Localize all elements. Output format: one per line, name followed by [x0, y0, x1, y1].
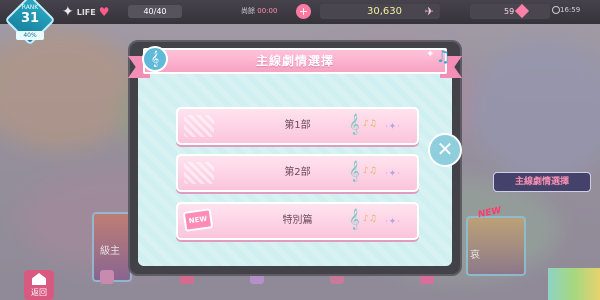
rank-badge[interactable]: RANK 31 40%	[4, 0, 56, 46]
life-label: LIFE	[76, 7, 96, 17]
music-decoration-icon: 𝄞 ♪♫ · ✦ ·	[349, 161, 400, 182]
menu-corner-button[interactable]	[548, 268, 600, 300]
clock-time: 16:59	[560, 6, 581, 14]
life-timer: 尚餘 00:00	[241, 6, 277, 16]
clock-icon	[552, 6, 560, 14]
rank-label: RANK	[21, 4, 39, 11]
music-note-icon: ✦ ♫	[426, 46, 454, 68]
chapter-button-part1[interactable]: 第1部 𝄞 ♪♫ · ✦ ·	[176, 107, 419, 145]
chapter-button-part2[interactable]: 第2部 𝄞 ♪♫ · ✦ ·	[176, 154, 419, 192]
right-card-text: 哀	[470, 250, 480, 261]
timer-label: 尚餘	[241, 7, 255, 15]
gem-counter[interactable]: 59	[470, 3, 550, 19]
close-button[interactable]: ✕	[428, 133, 462, 167]
music-decoration-icon: 𝄞 ♪♫ · ✦ ·	[349, 209, 400, 230]
life-value: 40/40	[128, 5, 182, 18]
star-icon: ✦	[62, 4, 74, 20]
coin-counter[interactable]: 30,630 ✈	[320, 4, 440, 19]
music-decoration-icon: 𝄞 ♪♫ · ✦ ·	[349, 114, 400, 135]
sparkle-icon: ✦	[426, 49, 435, 60]
timer-value: 00:00	[257, 7, 278, 15]
dialog-title: 主線劇情選擇	[255, 54, 334, 68]
rank-progress: 40%	[16, 31, 44, 40]
treble-clef-icon: 𝄞	[142, 46, 168, 72]
rank-value: 31	[20, 11, 40, 26]
nav-item-1[interactable]	[100, 270, 114, 300]
back-button-label: 返回	[31, 288, 47, 297]
left-card-text: 級主	[100, 246, 120, 257]
close-icon: ✕	[436, 137, 454, 161]
gem-icon	[514, 3, 530, 19]
life-indicator: ✦ LIFE ♥	[62, 4, 110, 20]
right-character-card[interactable]: 哀	[466, 216, 526, 276]
gem-value: 59	[504, 7, 515, 16]
paper-plane-icon: ✈	[424, 5, 434, 18]
book-icon	[100, 270, 114, 284]
heart-icon: ♥	[98, 5, 110, 19]
chapter-button-special[interactable]: NEW 特別篇 𝄞 ♪♫ · ✦ ·	[176, 202, 419, 240]
add-life-button[interactable]: +	[296, 4, 311, 19]
back-button[interactable]: 返回	[24, 270, 54, 300]
story-select-banner-label: 主線劇情選擇	[514, 177, 569, 187]
home-icon	[32, 273, 46, 285]
coin-value: 30,630	[367, 6, 402, 17]
story-select-banner[interactable]: 主線劇情選擇	[493, 172, 591, 192]
